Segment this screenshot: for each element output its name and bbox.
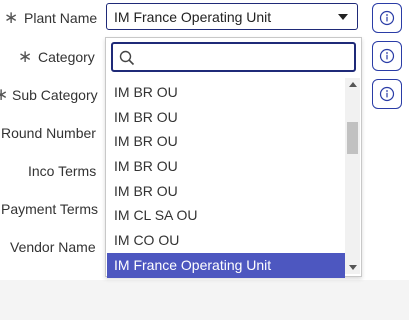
dropdown-option-selected[interactable]: IM France Operating Unit [107, 252, 345, 278]
label-category: Category [38, 49, 95, 65]
plant-name-info-button[interactable] [372, 3, 402, 33]
dropdown-option[interactable]: IM BR OU [107, 105, 345, 130]
dropdown-option[interactable]: IM BR OU [107, 80, 345, 105]
dropdown-option[interactable]: IM BR OU [107, 129, 345, 154]
dropdown-search[interactable] [111, 42, 356, 72]
required-marker: ∗ [0, 85, 9, 104]
plant-name-select[interactable]: IM France Operating Unit [106, 3, 358, 30]
search-icon [119, 50, 135, 66]
scroll-up-arrow-icon[interactable] [349, 82, 357, 87]
dropdown-option[interactable]: IM BR OU [107, 154, 345, 179]
dropdown-option[interactable]: IM CL SA OU [107, 203, 345, 228]
required-marker: ∗ [18, 47, 33, 66]
footer-band [0, 280, 409, 320]
required-marker: ∗ [4, 8, 19, 27]
plant-name-dropdown: IM BR OU IM BR OU IM BR OU IM BR OU IM B… [105, 37, 362, 278]
dropdown-options-list: IM BR OU IM BR OU IM BR OU IM BR OU IM B… [107, 80, 345, 278]
label-vendor-name: Vendor Name [10, 239, 96, 255]
label-payment-terms: Payment Terms [1, 201, 98, 217]
scroll-down-arrow-icon[interactable] [349, 265, 357, 270]
dropdown-option[interactable]: IM CO OU [107, 228, 345, 253]
label-round-number: Round Number [1, 125, 96, 141]
plant-name-selected-value: IM France Operating Unit [114, 9, 272, 25]
chevron-down-icon [338, 14, 348, 20]
dropdown-scrollbar[interactable] [345, 78, 360, 274]
sub-category-info-button[interactable] [372, 79, 402, 109]
info-circle-icon [379, 86, 395, 102]
info-circle-icon [379, 10, 395, 26]
scrollbar-thumb[interactable] [347, 122, 358, 154]
dropdown-search-input[interactable] [139, 47, 349, 67]
label-inco-terms: Inco Terms [28, 163, 97, 179]
dropdown-option[interactable]: IM BR OU [107, 179, 345, 204]
info-circle-icon [379, 48, 395, 64]
category-info-button[interactable] [372, 41, 402, 71]
label-sub-category: Sub Category [12, 87, 98, 103]
label-plant-name: Plant Name [24, 10, 98, 26]
